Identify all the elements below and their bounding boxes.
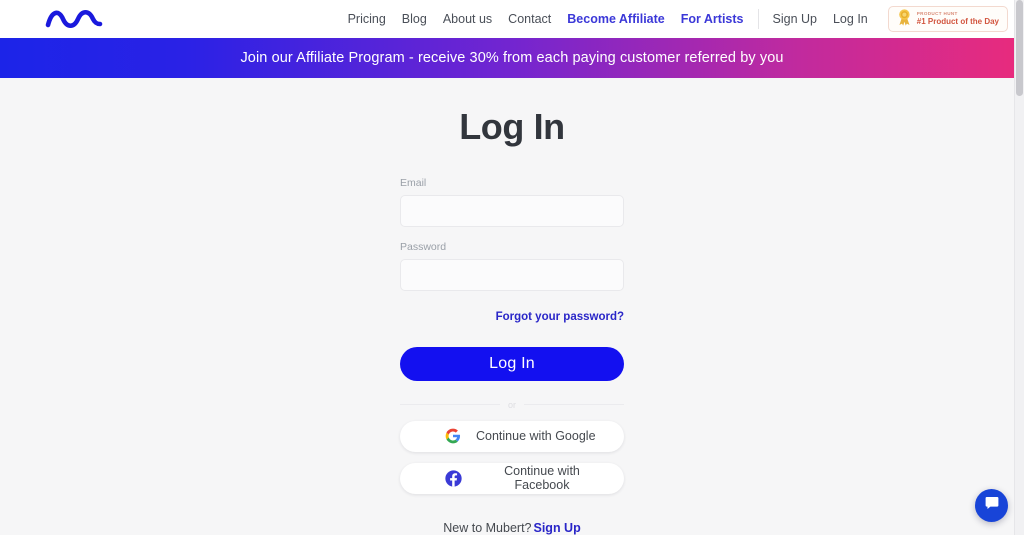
nav-link-for-artists[interactable]: For Artists <box>673 7 752 32</box>
divider-line-left <box>400 404 500 406</box>
nav-link-log-in[interactable]: Log In <box>825 7 876 32</box>
main-content: Log In Email Password Forgot your passwo… <box>0 78 1024 535</box>
or-divider: or <box>400 399 625 410</box>
nav-link-sign-up[interactable]: Sign Up <box>765 7 825 32</box>
email-input[interactable] <box>400 195 624 227</box>
nav-link-pricing[interactable]: Pricing <box>340 7 394 32</box>
email-field-group: Email <box>400 177 624 227</box>
product-hunt-badge-text: PRODUCT HUNT #1 Product of the Day <box>917 11 999 27</box>
nav-link-contact[interactable]: Contact <box>500 7 559 32</box>
site-header: Pricing Blog About us Contact Become Aff… <box>0 0 1024 38</box>
continue-with-google-button[interactable]: Continue with Google <box>400 420 624 452</box>
nav-link-blog[interactable]: Blog <box>394 7 435 32</box>
password-label: Password <box>400 241 447 253</box>
forgot-password-link[interactable]: Forgot your password? <box>496 311 624 323</box>
nav-divider <box>757 9 759 29</box>
vertical-scrollbar[interactable] <box>1015 0 1024 535</box>
email-label: Email <box>400 177 427 189</box>
log-in-button[interactable]: Log In <box>400 347 624 381</box>
main-nav: Pricing Blog About us Contact Become Aff… <box>340 6 1008 32</box>
product-hunt-rank: #1 Product of the Day <box>916 16 999 26</box>
mubert-wave-logo-icon <box>45 8 103 30</box>
page-title: Log In <box>459 106 565 147</box>
sign-up-link[interactable]: Sign Up <box>534 521 581 535</box>
continue-with-facebook-button[interactable]: Continue with Facebook <box>400 462 624 495</box>
affiliate-banner[interactable]: Join our Affiliate Program - receive 30%… <box>0 38 1024 78</box>
medal-icon <box>897 9 912 29</box>
facebook-icon <box>444 469 462 487</box>
chat-widget-button[interactable] <box>975 489 1008 522</box>
google-button-label: Continue with Google <box>476 429 596 444</box>
forgot-password-row: Forgot your password? <box>400 307 624 325</box>
logo[interactable] <box>0 8 140 30</box>
chat-bubble-icon <box>984 495 1000 516</box>
divider-label: or <box>508 399 517 410</box>
scrollbar-thumb[interactable] <box>1016 0 1023 96</box>
signup-prompt-text: New to Mubert? <box>443 521 532 535</box>
nav-link-become-affiliate[interactable]: Become Affiliate <box>559 7 672 32</box>
facebook-button-label: Continue with Facebook <box>504 464 580 493</box>
google-icon <box>444 427 462 445</box>
nav-link-about-us[interactable]: About us <box>435 7 500 32</box>
password-input[interactable] <box>400 259 624 291</box>
login-form: Log In Email Password Forgot your passwo… <box>400 78 625 535</box>
product-hunt-badge[interactable]: PRODUCT HUNT #1 Product of the Day <box>887 6 1008 32</box>
divider-line-right <box>524 404 625 406</box>
signup-prompt-row: New to Mubert? Sign Up <box>400 521 624 535</box>
affiliate-banner-text: Join our Affiliate Program - receive 30%… <box>240 50 784 66</box>
password-field-group: Password <box>400 241 624 291</box>
